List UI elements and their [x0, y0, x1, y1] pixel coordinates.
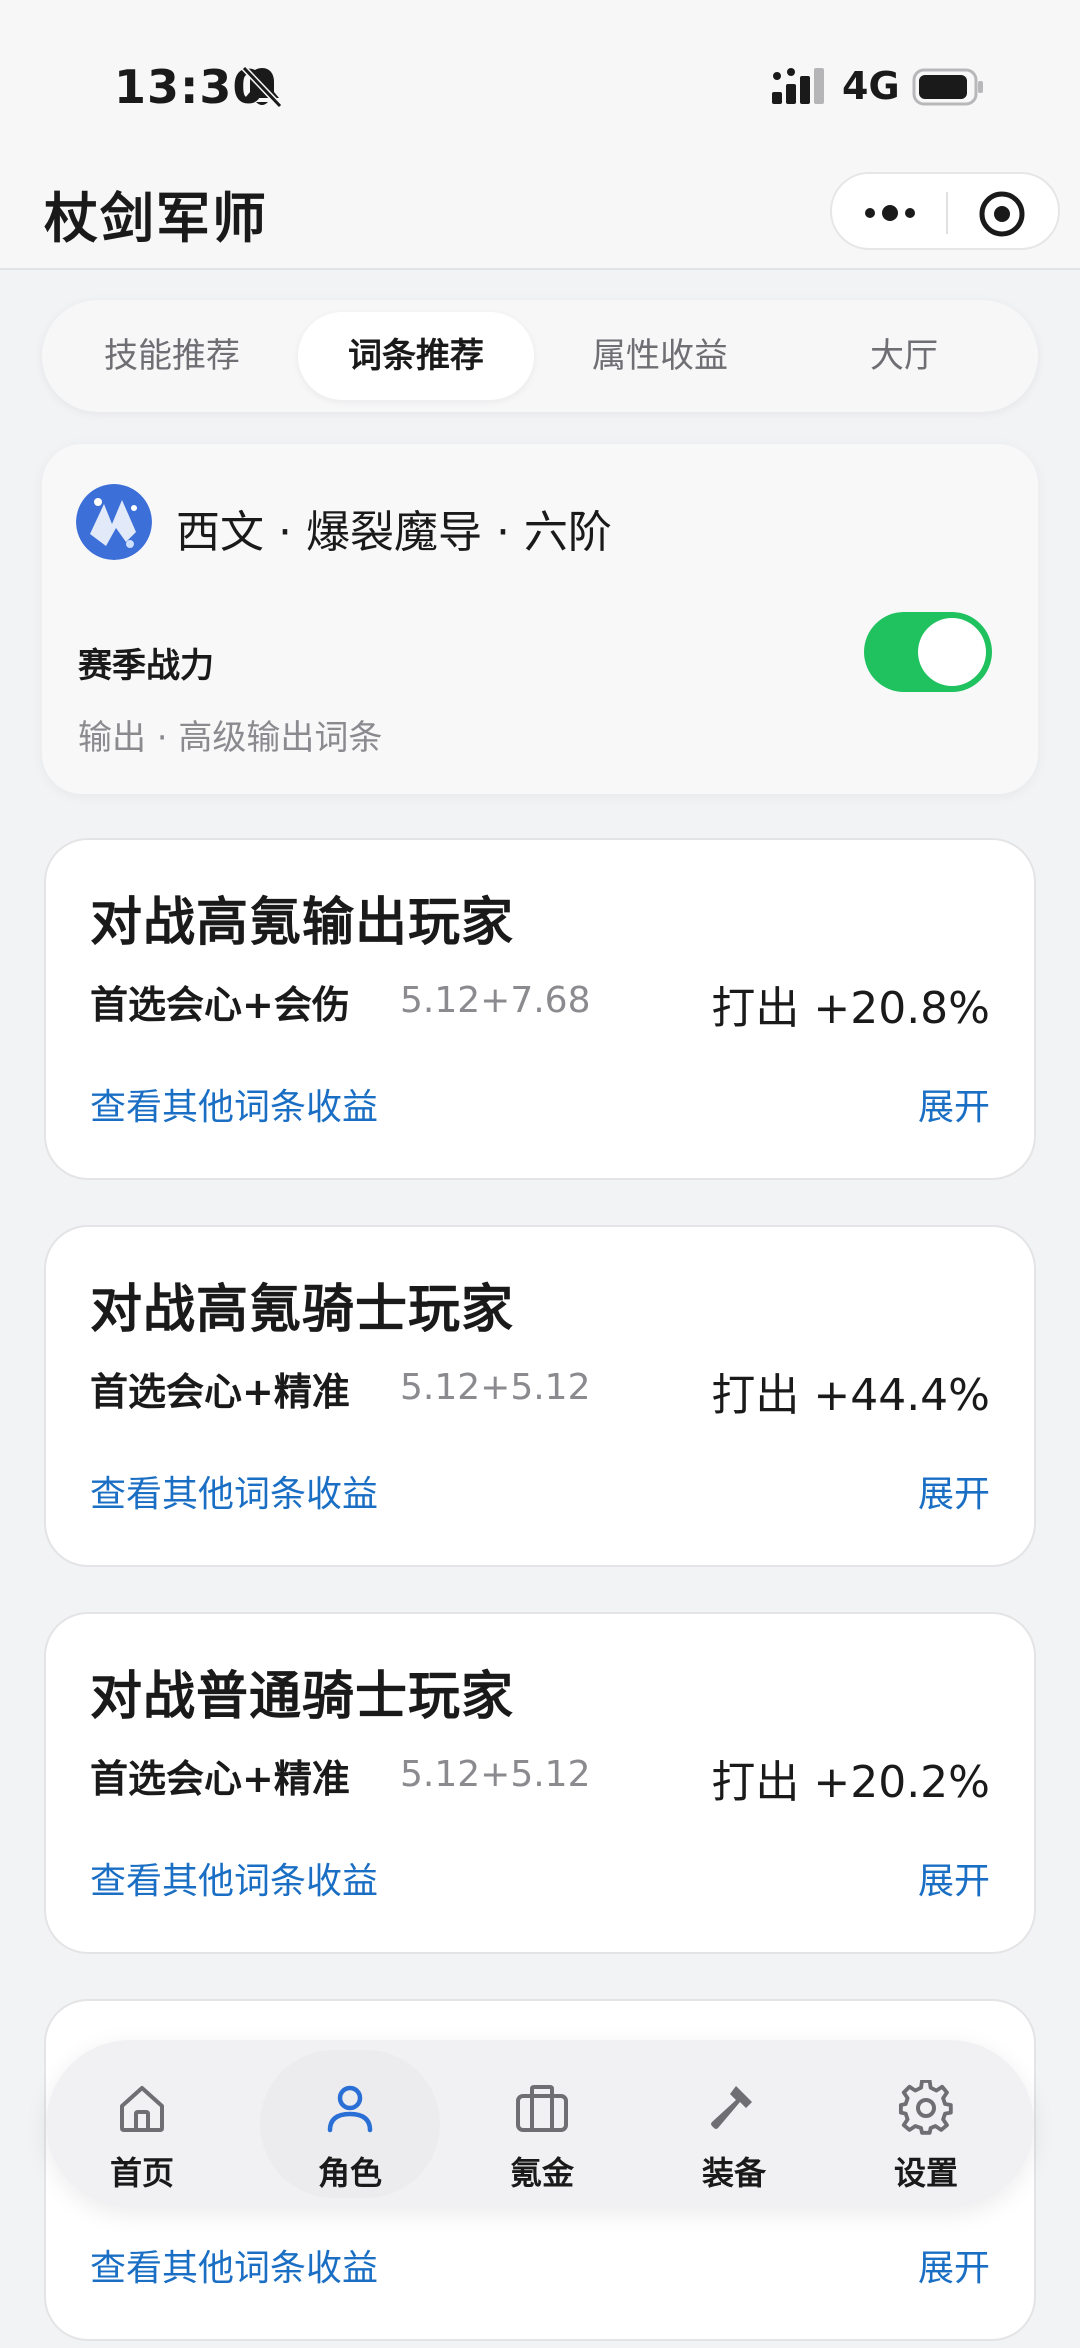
network-label: 4G	[842, 64, 900, 108]
user-icon	[327, 2085, 373, 2133]
expand-button[interactable]: 展开	[918, 1465, 990, 1517]
character-avatar-icon	[76, 484, 152, 560]
tab-affix-recommend[interactable]: 词条推荐	[298, 312, 534, 400]
card-pick: 首选会心+精准	[90, 1370, 350, 1414]
page-title: 杖剑军师	[44, 187, 268, 250]
nav-item-role[interactable]: 角色	[260, 2050, 440, 2198]
view-other-affix-link[interactable]: 查看其他词条收益	[90, 1078, 378, 1130]
mini-program-capsule	[830, 172, 1060, 250]
season-power-toggle[interactable]	[864, 612, 992, 692]
tab-skill-recommend[interactable]: 技能推荐	[54, 312, 290, 400]
nav-label-role: 角色	[317, 2154, 382, 2192]
card-title: 对战普通骑士玩家	[90, 1667, 515, 1727]
battery-icon	[912, 68, 983, 106]
view-other-affix-link[interactable]: 查看其他词条收益	[90, 2239, 378, 2291]
status-bar: 13:30 4G	[0, 0, 1080, 150]
tab-bar: 技能推荐 词条推荐 属性收益 大厅	[42, 300, 1038, 412]
card-value: 5.12+5.12	[400, 1367, 591, 1408]
card-pick: 首选会心+精准	[90, 1757, 350, 1801]
nav-label-equipment: 装备	[701, 2154, 766, 2192]
card-title: 对战高氪输出玩家	[90, 893, 515, 953]
tab-lobby[interactable]: 大厅	[786, 312, 1022, 400]
card-title: 对战高氪骑士玩家	[90, 1280, 515, 1340]
signal-icon	[772, 68, 824, 104]
nav-label-home: 首页	[109, 2154, 174, 2192]
close-target-icon[interactable]	[978, 190, 1026, 238]
title-bar: 杖剑军师	[0, 150, 1080, 270]
view-other-affix-link[interactable]: 查看其他词条收益	[90, 1465, 378, 1517]
profile-name: 西文 · 爆裂魔导 · 六阶	[176, 507, 612, 558]
card-pick: 首选会心+会伤	[90, 983, 350, 1027]
more-icon[interactable]	[858, 196, 922, 230]
profile-card: 西文 · 爆裂魔导 · 六阶 赛季战力 输出 · 高级输出词条	[42, 444, 1038, 794]
card-result: 打出 +20.8%	[711, 983, 990, 1034]
card-result: 打出 +20.2%	[711, 1757, 990, 1808]
tab-attribute-gain[interactable]: 属性收益	[542, 312, 778, 400]
home-icon	[120, 2086, 164, 2132]
hammer-icon	[711, 2086, 752, 2129]
nav-item-krypton[interactable]: 氪金	[452, 2050, 632, 2198]
toggle-knob	[918, 618, 986, 686]
card-value: 5.12+5.12	[400, 1754, 591, 1795]
view-other-affix-link[interactable]: 查看其他词条收益	[90, 1852, 378, 1904]
avatar	[76, 484, 152, 560]
nav-label-settings: 设置	[893, 2154, 958, 2192]
briefcase-icon	[516, 2085, 568, 2132]
recommendation-card: 对战普通骑士玩家 首选会心+精准 5.12+5.12 打出 +20.2% 查看其…	[44, 1612, 1036, 1954]
capsule-divider	[946, 192, 948, 234]
bottom-nav: 首页 角色 氪金 装备 设置	[46, 2040, 1034, 2208]
nav-item-settings[interactable]: 设置	[836, 2050, 1016, 2198]
nav-label-krypton: 氪金	[509, 2154, 574, 2192]
expand-button[interactable]: 展开	[918, 1078, 990, 1130]
gear-icon	[898, 2080, 953, 2135]
recommendation-card: 对战高氪输出玩家 首选会心+会伤 5.12+7.68 打出 +20.8% 查看其…	[44, 838, 1036, 1180]
card-value: 5.12+7.68	[400, 980, 591, 1021]
card-result: 打出 +44.4%	[711, 1370, 990, 1421]
nav-item-equipment[interactable]: 装备	[644, 2050, 824, 2198]
season-power-label: 赛季战力	[78, 646, 214, 686]
expand-button[interactable]: 展开	[918, 1852, 990, 1904]
expand-button[interactable]: 展开	[918, 2239, 990, 2291]
nav-item-home[interactable]: 首页	[52, 2050, 232, 2198]
recommendation-card: 对战高氪骑士玩家 首选会心+精准 5.12+5.12 打出 +44.4% 查看其…	[44, 1225, 1036, 1567]
bell-muted-icon	[241, 65, 283, 109]
season-power-subtitle: 输出 · 高级输出词条	[78, 718, 383, 758]
